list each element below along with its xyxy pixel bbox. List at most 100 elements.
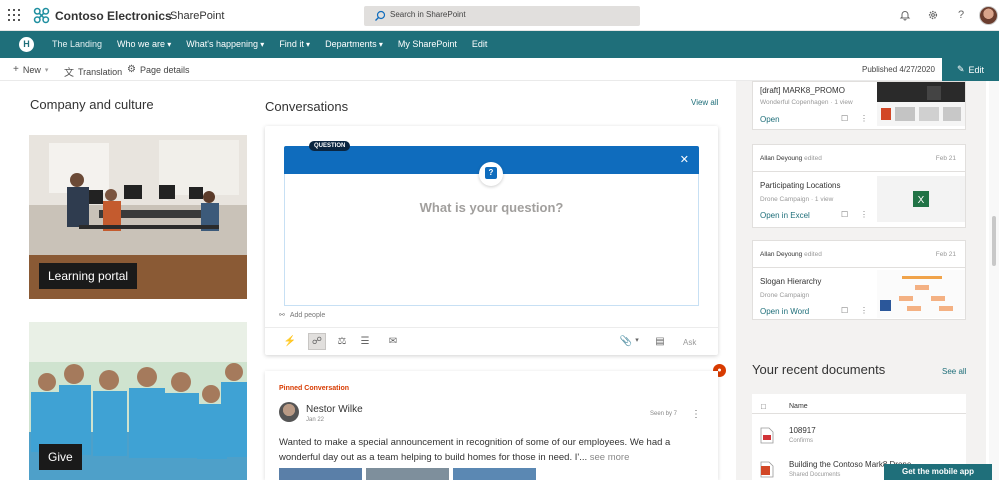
plus-icon: + bbox=[13, 64, 19, 75]
more-options-icon[interactable]: ⋮ bbox=[860, 210, 868, 219]
chevron-down-icon[interactable]: ▾ bbox=[630, 336, 644, 344]
seen-by[interactable]: Seen by 7 bbox=[650, 411, 677, 417]
see-more-link[interactable]: see more bbox=[590, 452, 630, 463]
translation-label: Translation bbox=[78, 66, 123, 77]
company-culture-title: Company and culture bbox=[30, 97, 154, 112]
activity-date: Feb 21 bbox=[935, 155, 956, 162]
activity-user: Allan Deyoung edited bbox=[760, 155, 822, 162]
document-thumbnail bbox=[877, 82, 965, 126]
document-name: 108917 bbox=[789, 426, 816, 435]
announcement-icon[interactable]: ✉ bbox=[386, 336, 400, 347]
document-subtitle: Drone Campaign bbox=[760, 292, 810, 299]
praise-badge-icon[interactable]: ⚖ bbox=[335, 336, 349, 347]
brand-name[interactable]: Contoso Electronics bbox=[55, 9, 172, 23]
name-column-header[interactable]: Name bbox=[789, 403, 808, 410]
edit-label: Edit bbox=[968, 64, 985, 75]
hub-logo[interactable]: H bbox=[19, 37, 34, 52]
post-thumbnails bbox=[279, 468, 536, 480]
give-tile[interactable]: Give bbox=[29, 322, 247, 480]
post-image[interactable] bbox=[279, 468, 362, 480]
translate-icon: 文 bbox=[64, 68, 74, 79]
excel-thumbnail: X bbox=[877, 176, 965, 222]
new-button[interactable]: + New ▾ bbox=[13, 64, 48, 75]
question-badge: QUESTION bbox=[309, 141, 351, 151]
search-input[interactable]: Search in SharePoint bbox=[364, 6, 640, 26]
waffle-icon[interactable] bbox=[8, 9, 20, 21]
hub-site-title[interactable]: The Landing bbox=[52, 39, 102, 49]
translation-button[interactable]: 文 Translation bbox=[64, 64, 123, 80]
document-card[interactable]: Allan Deyoung edited Feb 21 Participatin… bbox=[752, 144, 966, 228]
bookmark-icon[interactable]: ☐ bbox=[841, 114, 848, 123]
learning-portal-tile[interactable]: Learning portal bbox=[29, 135, 247, 299]
word-thumbnail bbox=[877, 270, 965, 318]
post-image[interactable] bbox=[453, 468, 536, 480]
bookmark-icon[interactable]: ☐ bbox=[841, 306, 848, 315]
help-icon[interactable]: ? bbox=[955, 9, 967, 21]
close-icon[interactable]: ✕ bbox=[680, 154, 689, 166]
app-name[interactable]: SharePoint bbox=[170, 10, 224, 22]
see-all-link[interactable]: See all bbox=[942, 367, 966, 376]
page-details-label: Page details bbox=[139, 64, 190, 75]
hub-navigation: H The Landing Who we are What's happenin… bbox=[0, 31, 999, 58]
poll-icon[interactable]: ☰ bbox=[358, 336, 372, 347]
question-icon: ? bbox=[479, 162, 503, 186]
more-options-icon[interactable]: ⋮ bbox=[860, 306, 868, 315]
add-people-icon: ⚯ bbox=[279, 312, 285, 319]
nav-item-edit[interactable]: Edit bbox=[472, 39, 488, 49]
new-label: New bbox=[22, 64, 41, 75]
question-input[interactable]: What is your question? bbox=[284, 174, 699, 306]
bell-icon[interactable] bbox=[899, 9, 911, 21]
more-options-icon[interactable]: ⋮ bbox=[691, 409, 701, 420]
gear-icon[interactable] bbox=[927, 9, 939, 21]
ask-question-card: ✕ QUESTION What is your question? ? ⚯ Ad… bbox=[265, 126, 718, 355]
learning-portal-label: Learning portal bbox=[39, 263, 138, 289]
document-card[interactable]: Allan Deyoung edited Feb 21 Slogan Hiera… bbox=[752, 240, 966, 320]
gif-icon[interactable]: ▤ bbox=[653, 336, 667, 347]
ask-button[interactable]: Ask bbox=[683, 338, 696, 347]
avatar[interactable] bbox=[979, 6, 998, 25]
nav-item-find-it[interactable]: Find it bbox=[279, 39, 310, 49]
edit-button[interactable]: ✎ Edit bbox=[942, 58, 999, 81]
gear-icon: ⚙ bbox=[127, 64, 136, 75]
search-icon bbox=[375, 10, 386, 21]
more-options-icon[interactable]: ⋮ bbox=[860, 114, 868, 123]
document-card[interactable]: [draft] MARK8_PROMO Wonderful Copenhagen… bbox=[752, 81, 966, 130]
powerpoint-file-icon bbox=[760, 461, 774, 478]
give-label: Give bbox=[39, 444, 82, 470]
nav-item-whats-happening[interactable]: What's happening bbox=[186, 39, 264, 49]
document-title: Slogan Hierarchy bbox=[760, 277, 822, 286]
open-link[interactable]: Open bbox=[760, 115, 780, 124]
get-mobile-app-button[interactable]: Get the mobile app bbox=[884, 464, 992, 480]
question-type-icon[interactable]: ☍ bbox=[308, 333, 326, 350]
recent-list-header: □ Name bbox=[752, 394, 966, 414]
document-subtitle: Drone Campaign · 1 view bbox=[760, 196, 834, 203]
add-people-button[interactable]: ⚯ Add people bbox=[279, 311, 326, 320]
activity-user-name: Allan Deyoung bbox=[760, 251, 803, 258]
chevron-down-icon: ▾ bbox=[44, 66, 49, 74]
file-type-icon: □ bbox=[761, 402, 766, 411]
view-all-link[interactable]: View all bbox=[691, 98, 718, 107]
command-bar: + New ▾ 文 Translation ⚙ Page details Pub… bbox=[0, 58, 999, 81]
document-location: Confirms bbox=[789, 438, 814, 444]
document-location: Shared Documents bbox=[789, 472, 841, 478]
nav-item-my-sharepoint[interactable]: My SharePoint bbox=[398, 39, 457, 49]
open-in-excel-link[interactable]: Open in Excel bbox=[760, 211, 810, 220]
post-image[interactable] bbox=[366, 468, 449, 480]
document-subtitle: Wonderful Copenhagen · 1 view bbox=[760, 99, 853, 106]
praise-icon[interactable]: ⚡ bbox=[283, 336, 297, 347]
nav-item-who-we-are[interactable]: Who we are bbox=[117, 39, 171, 49]
author-avatar[interactable] bbox=[279, 402, 299, 422]
list-item[interactable]: 108917 Confirms bbox=[752, 421, 966, 451]
open-in-word-link[interactable]: Open in Word bbox=[760, 307, 809, 316]
scrollbar[interactable] bbox=[989, 81, 999, 480]
conversations-title: Conversations bbox=[265, 99, 349, 114]
post-author[interactable]: Nestor Wilke bbox=[306, 404, 363, 415]
bookmark-icon[interactable]: ☐ bbox=[841, 210, 848, 219]
add-people-label: Add people bbox=[289, 311, 326, 319]
scrollbar-thumb[interactable] bbox=[992, 216, 996, 266]
pencil-icon: ✎ bbox=[956, 64, 965, 74]
suite-bar: Contoso Electronics SharePoint Search in… bbox=[0, 0, 999, 31]
pdf-file-icon bbox=[760, 427, 774, 444]
page-details-button[interactable]: ⚙ Page details bbox=[127, 64, 190, 75]
nav-item-departments[interactable]: Departments bbox=[325, 39, 383, 49]
